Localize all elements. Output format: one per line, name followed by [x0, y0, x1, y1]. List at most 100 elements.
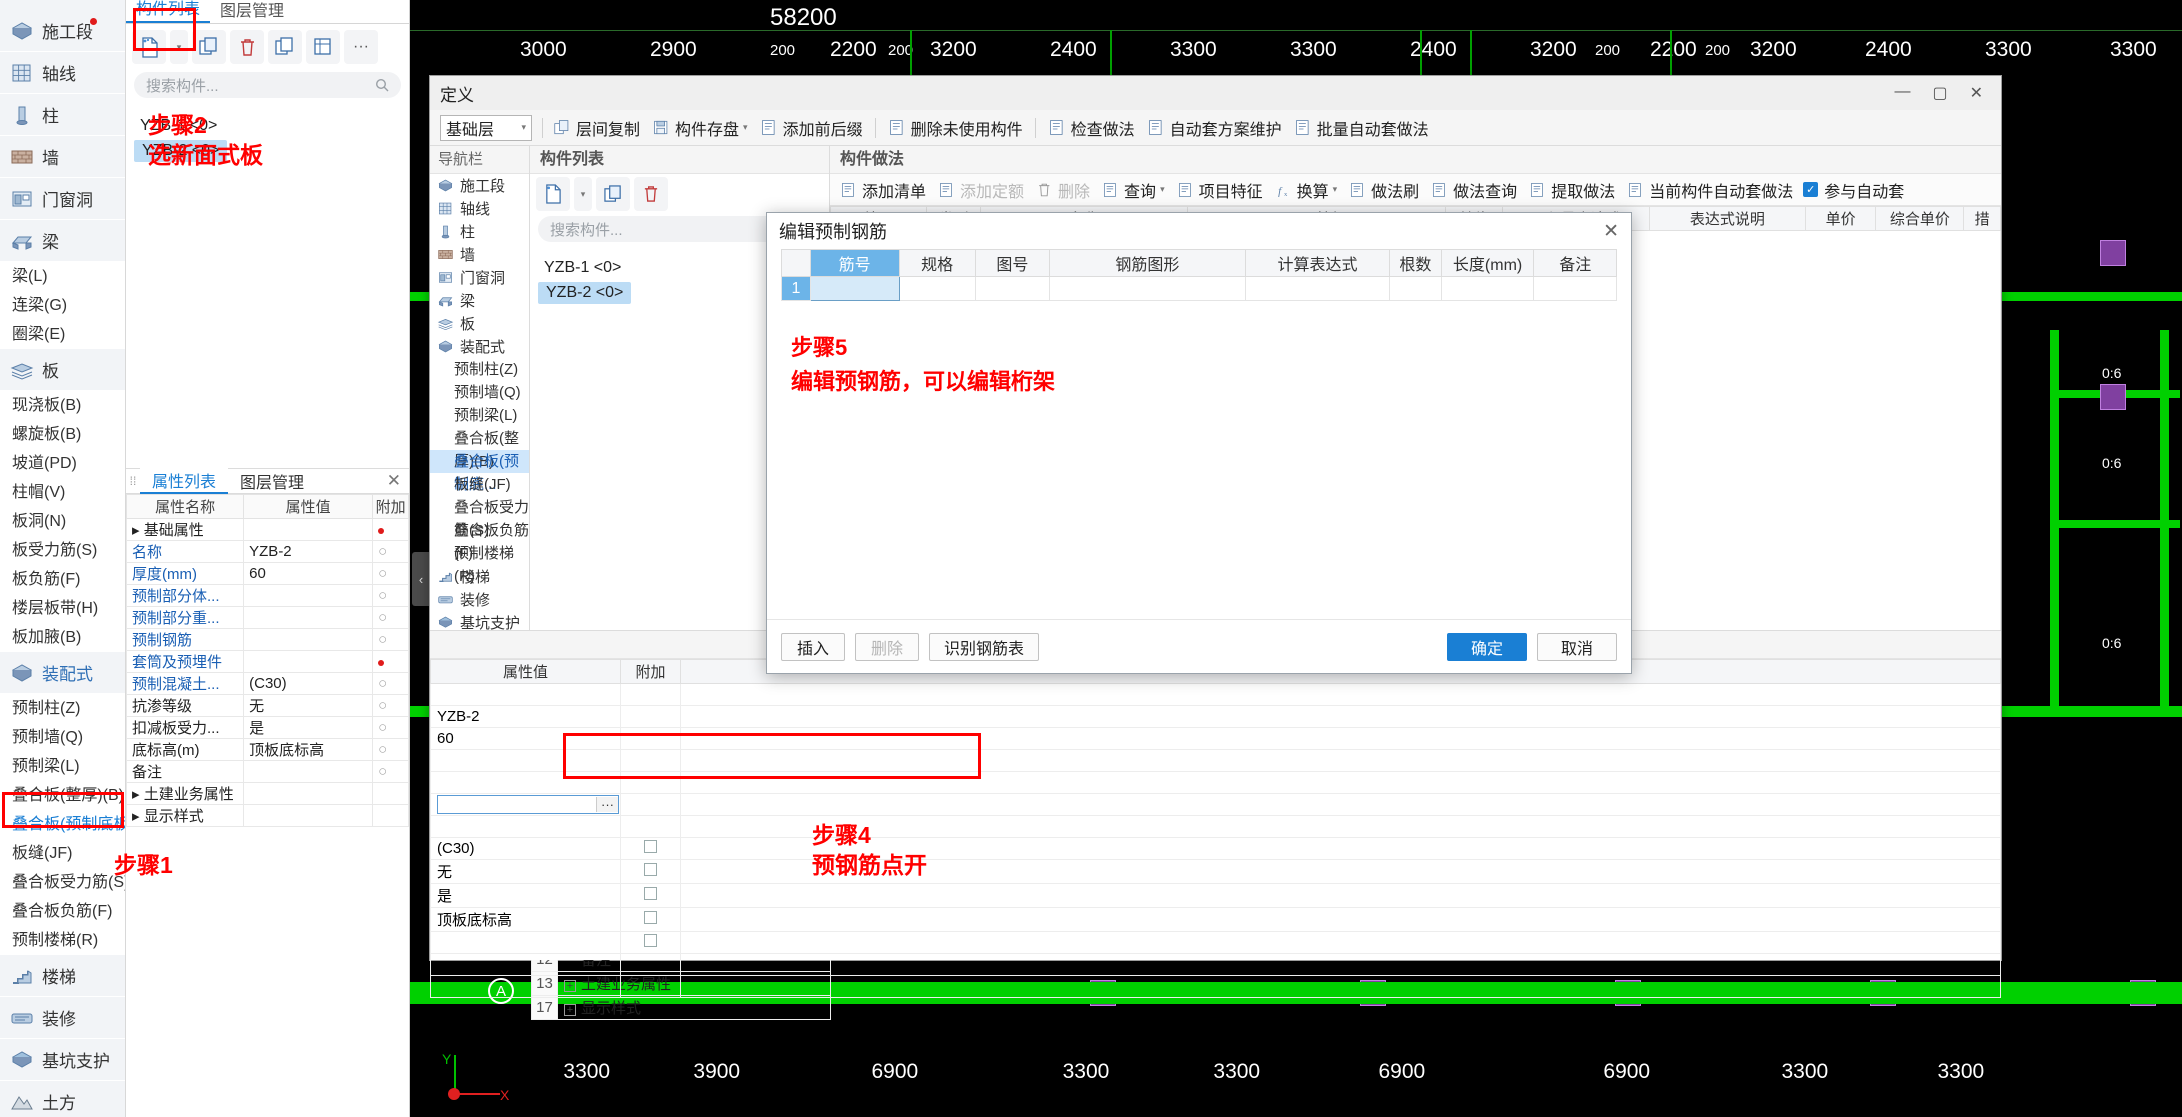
property-table-body[interactable]: ▸ 基础属性 名称 YZB-2 ○ 厚度(mm) 60 ○ 预制部分体... ○ 预制部分… [125, 518, 409, 827]
rebar-cell-钢筋图形[interactable] [1049, 276, 1246, 301]
table-row[interactable]: 抗渗等级无 ○ [125, 694, 409, 717]
nav-item-叠合板(预制底...[interactable]: 叠合板(预制底... [430, 450, 529, 493]
property-attach-cell[interactable]: ○ [372, 760, 409, 783]
property-attach-cell[interactable]: ○ [372, 694, 409, 717]
property-value-cell[interactable] [243, 606, 374, 629]
dialog-footer[interactable]: 插入 删除 识别钢筋表 确定 取消 [767, 619, 1631, 673]
table-row[interactable]: 顶板底标高 [430, 907, 2001, 932]
chevron-down-icon[interactable]: ▾ [1160, 184, 1165, 195]
toolbar-检查做法[interactable]: 检查做法 [1048, 116, 1135, 140]
nav-item-预制墙(Q)[interactable]: 预制墙(Q) [430, 381, 529, 404]
property-attach-cell[interactable] [372, 518, 409, 541]
method-做法刷[interactable]: 做法刷 [1349, 178, 1419, 202]
property-attach-cell[interactable]: ○ [372, 628, 409, 651]
rebar-cell-图号[interactable] [974, 276, 1051, 301]
rebar-table-body[interactable]: 1 [781, 276, 1617, 301]
property-attach-cell[interactable]: ○ [372, 716, 409, 739]
col-图号[interactable]: 图号 [974, 249, 1051, 277]
sidebar-group-装修[interactable]: 装修 [0, 997, 125, 1039]
property-attach-cell[interactable]: ○ [372, 584, 409, 607]
sidebar-item-叠合板负筋(F)[interactable]: 叠合板负筋(F) [0, 897, 125, 926]
checkbox-icon[interactable]: ✓ [1803, 182, 1819, 197]
table-row[interactable] [430, 975, 2001, 998]
sidebar-group-基坑支护[interactable]: 基坑支护 [0, 1039, 125, 1081]
table-row[interactable]: 无 [430, 859, 2001, 884]
nav-group-施工段[interactable]: 施工段 [430, 174, 529, 197]
table-row[interactable]: 预制钢筋 ○ [125, 628, 409, 651]
sidebar-item-预制楼梯(R)[interactable]: 预制楼梯(R) [0, 926, 125, 955]
table-row[interactable]: 扣减板受力... 是 ○ [125, 716, 409, 739]
property-attach-cell[interactable] [620, 907, 681, 932]
sidebar-group-梁[interactable]: 梁 [0, 220, 125, 262]
property-value-cell[interactable] [430, 815, 621, 838]
definition-window-titlebar[interactable]: 定义 — ▢ ✕ [430, 76, 2001, 110]
property-attach-cell[interactable] [620, 931, 681, 954]
nav-group-柱[interactable]: 柱 [430, 220, 529, 243]
property-attach-cell[interactable] [372, 804, 409, 827]
table-row[interactable]: 备注 ○ [125, 760, 409, 783]
toolbar-删除未使用构件[interactable]: 删除未使用构件 [888, 116, 1023, 140]
property-attach-cell[interactable] [620, 837, 681, 860]
property-value-cell[interactable]: YZB-2 [430, 705, 621, 728]
table-row[interactable] [430, 953, 2001, 976]
sidebar-item-板受力筋(S)[interactable]: 板受力筋(S) [0, 536, 125, 565]
edit-prefab-rebar-dialog[interactable]: 编辑预制钢筋 ✕ 筋号 规格 图号 钢筋图形 计算表达式 根数 长度(mm) 备注 1 步骤5… [766, 212, 1632, 674]
property-attach-cell[interactable]: ○ [372, 606, 409, 629]
more-options-button[interactable]: ··· [344, 30, 378, 64]
sidebar-group-柱[interactable]: 柱 [0, 94, 125, 136]
property-attach-cell[interactable] [620, 815, 681, 838]
method-toolbar[interactable]: 添加清单 添加定额 删除 查询 ▾ 项目特征 f x 换算 ▾ 做法刷 做法查询 提取做法 当前构件自动套… [830, 174, 2001, 206]
nav-item-预制梁(L)[interactable]: 预制梁(L) [430, 404, 529, 427]
method-做法查询[interactable]: 做法查询 [1431, 178, 1517, 202]
property-value-cell[interactable] [430, 953, 621, 976]
nav-item-叠合板负筋(F)[interactable]: 叠合板负筋(F) [430, 519, 529, 562]
property-value-cell[interactable]: (C30) [430, 837, 621, 860]
sidebar-item-板负筋(F)[interactable]: 板负筋(F) [0, 565, 125, 594]
definition-toolbar[interactable]: 基础层 ▾ 层间复制 构件存盘 ▾ 添加前后缀 删除未使用构件 检查做法 自动套方案维护 批量… [430, 110, 2001, 146]
nav-group-装修[interactable]: 装修 [430, 588, 529, 611]
table-row[interactable]: 1 [781, 276, 1617, 301]
sidebar-group-楼梯[interactable]: 楼梯 [0, 955, 125, 997]
property-attach-cell[interactable] [620, 859, 681, 884]
new-component-dropdown-caret[interactable]: ▾ [574, 177, 592, 211]
close-icon[interactable]: ✕ [387, 471, 409, 491]
table-row[interactable]: YZB-2 [430, 705, 2001, 728]
chevron-down-icon[interactable]: ▾ [743, 122, 748, 133]
sidebar-group-施工段[interactable]: 施工段 [0, 10, 125, 52]
insert-button[interactable]: 插入 [781, 632, 845, 661]
property-attach-cell[interactable] [620, 953, 681, 976]
col-筋号[interactable]: 筋号 [809, 249, 900, 277]
confirm-button[interactable]: 确定 [1447, 632, 1527, 661]
col-规格[interactable]: 规格 [898, 249, 976, 277]
panel-collapse-button[interactable]: ‹ [412, 552, 430, 606]
property-value-cell[interactable] [243, 804, 374, 827]
sidebar-item-圈梁(E)[interactable]: 圈梁(E) [0, 320, 125, 349]
method-提取做法[interactable]: 提取做法 [1529, 178, 1615, 202]
sidebar-item-坡道(PD)[interactable]: 坡道(PD) [0, 449, 125, 478]
property-value-cell[interactable] [243, 650, 374, 673]
nav-group-轴线[interactable]: 轴线 [430, 197, 529, 220]
col-综合单价[interactable]: 综合单价 [1875, 206, 1965, 231]
toolbar-自动套方案维护[interactable]: 自动套方案维护 [1147, 116, 1282, 140]
rebar-cell-规格[interactable] [898, 276, 976, 301]
table-row[interactable]: 预制部分重... ○ [125, 606, 409, 629]
auto-method-checkbox[interactable]: ✓ 参与自动套 [1803, 178, 1904, 202]
definition-component-toolbar[interactable]: ▾ [530, 174, 829, 214]
property-tabs[interactable]: ⁞⁞ 属性列表 图层管理 ✕ [126, 468, 409, 494]
sidebar-group-墙[interactable]: 墙 [0, 136, 125, 178]
property-attach-cell[interactable] [620, 705, 681, 728]
toolbar-层间复制[interactable]: 层间复制 [553, 116, 640, 140]
col-根数[interactable]: 根数 [1389, 249, 1442, 277]
table-row[interactable]: (C30) [430, 837, 2001, 860]
close-button[interactable]: ✕ [1970, 83, 1983, 103]
nav-item-叠合板(整厚)(B)[interactable]: 叠合板(整厚)(B) [430, 427, 529, 470]
sidebar-item-预制梁(L)[interactable]: 预制梁(L) [0, 752, 125, 781]
sidebar-group-土方[interactable]: 土方 [0, 1081, 125, 1117]
col-长度(mm)[interactable]: 长度(mm) [1440, 249, 1535, 277]
property-value-cell[interactable] [243, 760, 374, 783]
copy-component-button[interactable] [192, 30, 226, 64]
ellipsis-button[interactable]: ··· [596, 797, 618, 812]
chevron-down-icon[interactable]: ▾ [1333, 184, 1338, 195]
sidebar-item-现浇板(B)[interactable]: 现浇板(B) [0, 391, 125, 420]
rebar-cell-长度(mm)[interactable] [1440, 276, 1535, 301]
